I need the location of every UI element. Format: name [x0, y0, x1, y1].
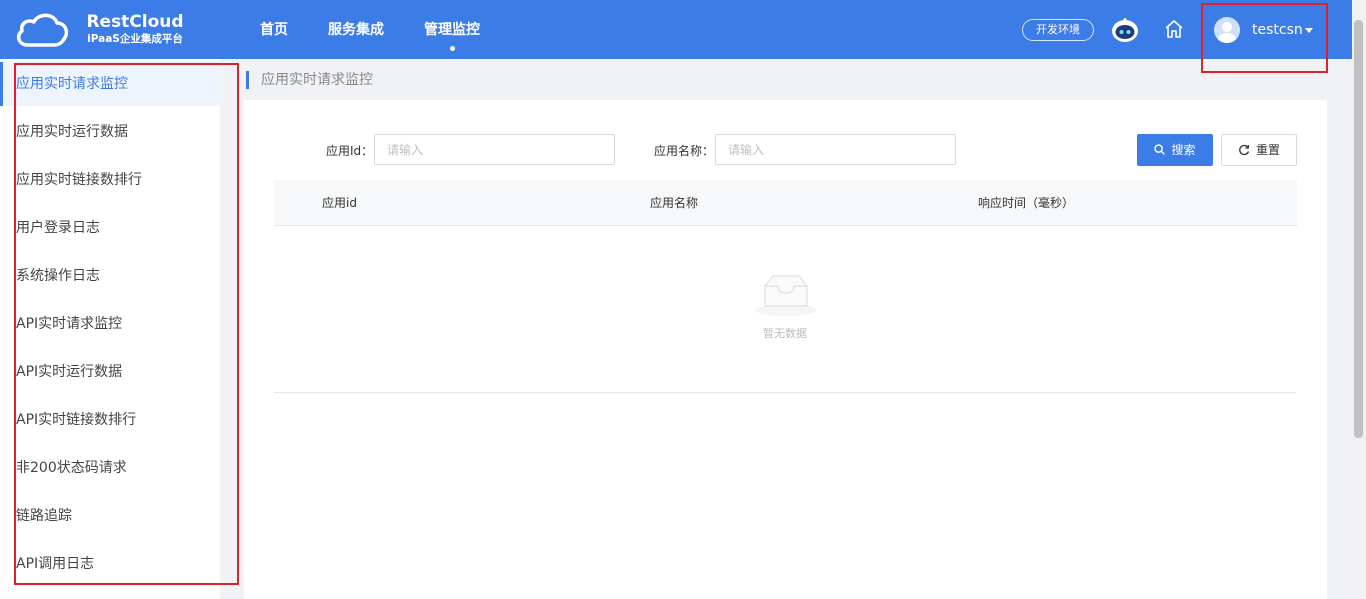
brand-name: RestCloud [86, 12, 184, 32]
app-name-label: 应用名称： [654, 144, 715, 158]
table-header: 应用id 应用名称 响应时间（毫秒） [274, 180, 1297, 226]
sidebar-item-api-call-log[interactable]: API调用日志 [0, 542, 220, 586]
breadcrumb: 应用实时请求监控 [261, 72, 373, 88]
empty-state-text: 暂无数据 [763, 327, 807, 340]
refresh-icon [1239, 144, 1250, 155]
search-button[interactable]: 搜索 [1137, 134, 1213, 166]
nav-service-integration[interactable]: 服务集成 [328, 20, 384, 40]
active-nav-indicator [450, 46, 455, 51]
breadcrumb-marker [246, 71, 249, 89]
sidebar-item-app-connection-rank[interactable]: 应用实时链接数排行 [0, 158, 220, 202]
reset-button[interactable]: 重置 [1221, 134, 1297, 166]
environment-button[interactable]: 开发环境 [1022, 19, 1094, 41]
sidebar-item-system-operation-log[interactable]: 系统操作日志 [0, 254, 220, 298]
sidebar-item-app-realtime-data[interactable]: 应用实时运行数据 [0, 110, 220, 154]
table-bottom-divider [274, 392, 1296, 393]
sidebar-item-api-realtime-data[interactable]: API实时运行数据 [0, 350, 220, 394]
sidebar-item-non-200-requests[interactable]: 非200状态码请求 [0, 446, 220, 490]
sidebar-item-api-connection-rank[interactable]: API实时链接数排行 [0, 398, 220, 442]
app-id-input[interactable] [374, 134, 615, 165]
content-panel [244, 100, 1327, 599]
sidebar: 应用实时请求监控 应用实时运行数据 应用实时链接数排行 用户登录日志 系统操作日… [0, 59, 220, 599]
search-button-label: 搜索 [1171, 143, 1196, 157]
app-name-input[interactable] [715, 134, 956, 165]
column-response-time[interactable]: 响应时间（毫秒） [978, 195, 1074, 211]
sidebar-item-app-realtime-request[interactable]: 应用实时请求监控 [0, 62, 220, 106]
column-app-name[interactable]: 应用名称 [650, 195, 698, 211]
empty-inbox-icon [755, 275, 817, 316]
reset-button-label: 重置 [1255, 143, 1280, 157]
top-header: RestCloud iPaaS企业集成平台 首页 服务集成 管理监控 开发环境 … [0, 0, 1352, 59]
app-id-label: 应用Id： [326, 144, 374, 158]
column-app-id[interactable]: 应用id [322, 195, 357, 211]
nav-home[interactable]: 首页 [260, 20, 288, 40]
robot-assistant-icon[interactable] [1110, 17, 1140, 43]
scrollbar-thumb[interactable] [1354, 20, 1363, 438]
home-icon[interactable] [1164, 19, 1184, 39]
brand: RestCloud iPaaS企业集成平台 [84, 12, 186, 46]
sidebar-item-trace[interactable]: 链路追踪 [0, 494, 220, 538]
search-icon [1154, 144, 1166, 155]
brand-subtitle: iPaaS企业集成平台 [87, 33, 183, 45]
cloud-logo-icon[interactable] [14, 11, 70, 49]
user-menu-highlight-box [1201, 3, 1328, 73]
sidebar-item-user-login-log[interactable]: 用户登录日志 [0, 206, 220, 250]
nav-management-monitoring[interactable]: 管理监控 [424, 20, 480, 40]
sidebar-item-api-realtime-request[interactable]: API实时请求监控 [0, 302, 220, 346]
